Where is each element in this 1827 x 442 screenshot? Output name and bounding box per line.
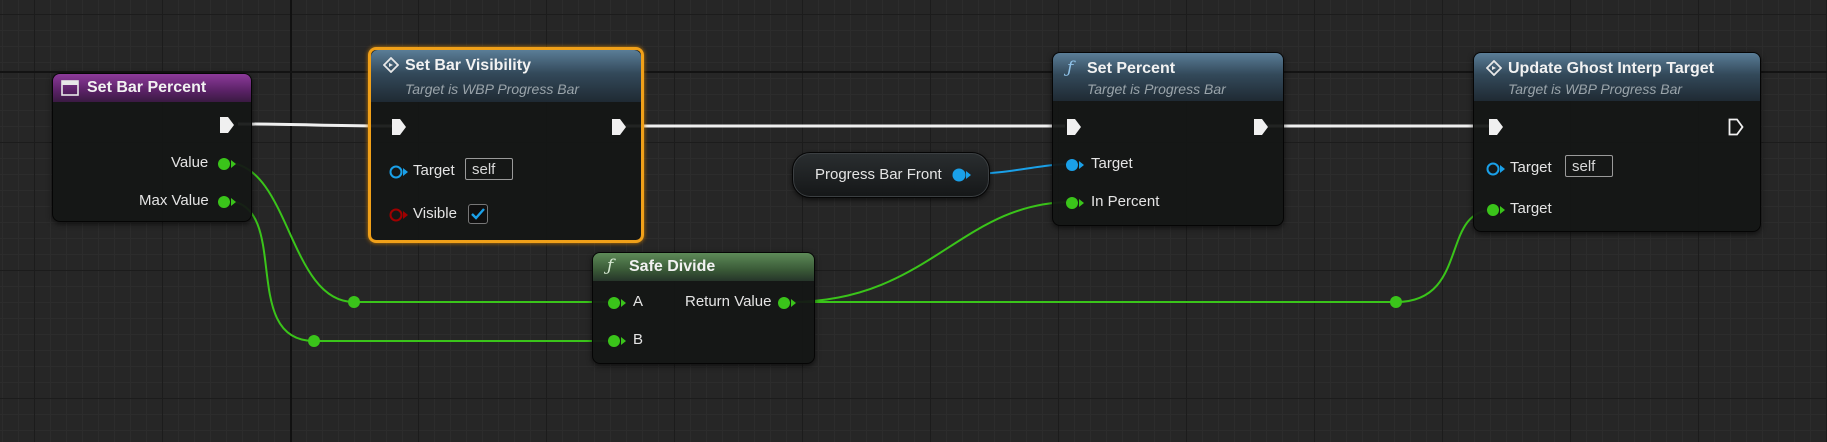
float-wire-maxvalue-reroute — [230, 200, 315, 342]
float-output-pin-max-value[interactable] — [217, 194, 237, 210]
pin-label-in-percent: In Percent — [1091, 193, 1160, 210]
node-title: Set Bar Visibility — [405, 57, 531, 74]
float-input-pin-target[interactable] — [1486, 202, 1506, 218]
node-header: ƒ Safe Divide — [593, 253, 814, 281]
node-title: Update Ghost Interp Target — [1508, 60, 1714, 77]
node-safe-divide[interactable]: ƒ Safe Divide A B Return Value — [592, 252, 815, 364]
pin-label-a: A — [633, 293, 644, 310]
float-input-pin-b[interactable] — [607, 333, 627, 349]
node-title: Set Percent — [1087, 60, 1176, 77]
node-progress-bar-front[interactable]: Progress Bar Front — [792, 152, 990, 198]
float-output-pin-return-value[interactable] — [777, 295, 797, 311]
pin-label-value: Value — [171, 154, 209, 171]
node-subtitle: Target is Progress Bar — [1087, 81, 1226, 97]
exec-output-pin[interactable] — [219, 116, 235, 134]
interface-call-icon — [382, 56, 400, 78]
interface-call-icon — [1485, 59, 1503, 81]
node-title: Safe Divide — [629, 258, 716, 275]
getter-label: Progress Bar Front — [815, 166, 942, 183]
node-subtitle: Target is WBP Progress Bar — [405, 81, 580, 97]
node-set-bar-visibility[interactable]: Set Bar Visibility Target is WBP Progres… — [368, 47, 644, 243]
pin-label-b: B — [633, 331, 644, 348]
reroute-knot-value — [348, 296, 360, 308]
target-default-value[interactable]: self — [1565, 155, 1613, 177]
node-set-bar-percent[interactable]: Set Bar Percent Value Max Value — [52, 73, 252, 222]
pin-label-max-value: Max Value — [139, 192, 209, 209]
pin-label-return-value: Return Value — [685, 293, 772, 310]
pin-label-target: Target — [1091, 155, 1133, 172]
node-title: Set Bar Percent — [87, 79, 207, 96]
node-subtitle: Target is WBP Progress Bar — [1508, 81, 1683, 97]
node-header: Set Bar Percent — [53, 74, 251, 102]
float-output-pin-value[interactable] — [217, 156, 237, 172]
pin-label-target: Target — [1510, 159, 1552, 176]
node-update-ghost-interp-target[interactable]: Update Ghost Interp Target Target is WBP… — [1473, 52, 1761, 232]
reroute-knot-maxvalue — [308, 335, 320, 347]
object-input-pin-target[interactable] — [389, 164, 409, 180]
exec-output-pin[interactable] — [1253, 118, 1269, 136]
float-wire-return-inpercent — [789, 201, 1073, 303]
exec-output-pin[interactable] — [1728, 118, 1744, 136]
bool-input-pin-visible[interactable] — [389, 207, 409, 223]
function-icon: ƒ — [607, 256, 614, 276]
float-input-pin-in-percent[interactable] — [1065, 195, 1085, 211]
exec-input-pin[interactable] — [1488, 118, 1504, 136]
pin-label-visible: Visible — [413, 205, 457, 222]
node-header: Update Ghost Interp Target Target is WBP… — [1474, 53, 1760, 101]
checkmark-icon — [471, 208, 485, 220]
pin-label-target-float: Target — [1510, 200, 1552, 217]
reroute-knot-return — [1390, 296, 1402, 308]
target-default-value[interactable]: self — [465, 158, 513, 180]
exec-input-pin[interactable] — [391, 118, 407, 136]
node-header: ƒ Set Percent Target is Progress Bar — [1053, 53, 1283, 101]
object-input-pin-target[interactable] — [1486, 161, 1506, 177]
node-header: Set Bar Visibility Target is WBP Progres… — [371, 50, 641, 102]
pin-label-target: Target — [413, 162, 455, 179]
graph-origin-vertical-axis — [290, 0, 292, 442]
visible-checkbox[interactable] — [468, 204, 488, 224]
function-icon: ƒ — [1067, 58, 1074, 78]
exec-input-pin[interactable] — [1066, 118, 1082, 136]
exec-output-pin[interactable] — [611, 118, 627, 136]
event-icon — [61, 80, 79, 101]
object-output-pin[interactable] — [951, 167, 973, 183]
object-input-pin-target[interactable] — [1065, 157, 1085, 173]
node-set-percent[interactable]: ƒ Set Percent Target is Progress Bar Tar… — [1052, 52, 1284, 226]
float-input-pin-a[interactable] — [607, 295, 627, 311]
